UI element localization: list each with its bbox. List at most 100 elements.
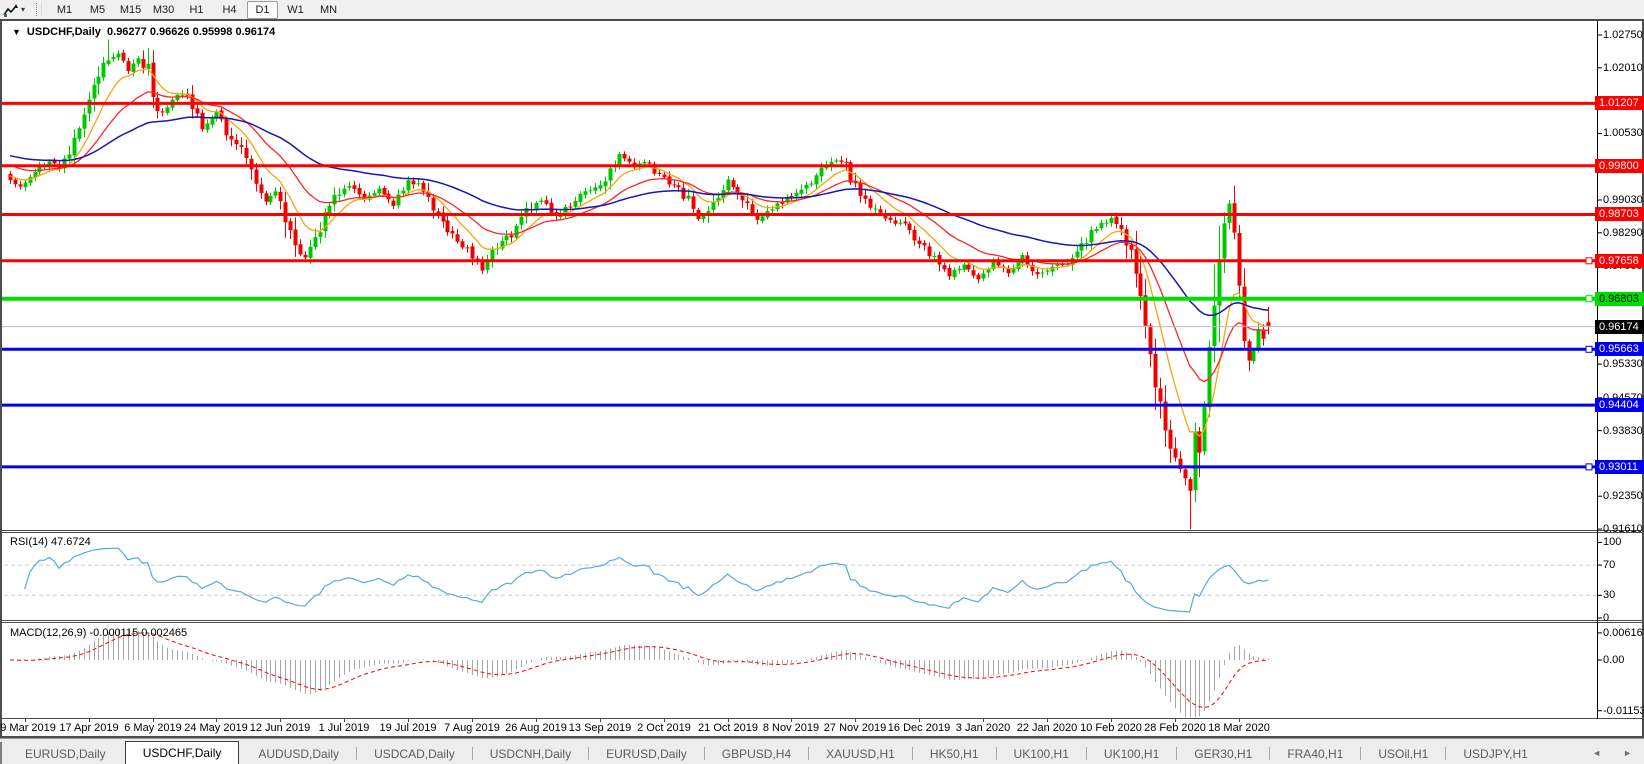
price-line-label-0.94404: 0.94404 bbox=[1595, 398, 1644, 412]
tab-fra40-h1[interactable]: FRA40,H1 bbox=[1270, 745, 1360, 764]
indicator-arrow-icon bbox=[3, 3, 19, 17]
line-handle-0.95663[interactable] bbox=[1586, 346, 1592, 352]
tab-usoil-h1[interactable]: USOil,H1 bbox=[1361, 745, 1445, 764]
timeframe-toolbar: ▾ M1M5M15M30H1H4D1W1MN bbox=[0, 0, 1644, 19]
ma-medium-line bbox=[10, 92, 1268, 382]
price-pane bbox=[9, 39, 1271, 529]
rsi-indicator-label: RSI(14) 47.6724 bbox=[10, 536, 91, 548]
scroll-right-icon[interactable]: ► bbox=[1623, 748, 1632, 758]
chart-ohlc-values: 0.96277 0.96626 0.95998 0.96174 bbox=[107, 26, 275, 38]
date-label-21-Oct-2019: 21 Oct 2019 bbox=[698, 722, 758, 734]
tab-ger30-h1[interactable]: GER30,H1 bbox=[1177, 745, 1269, 764]
macd-signal-line bbox=[10, 633, 1268, 708]
date-label-29-Mar-2019: 29 Mar 2019 bbox=[0, 722, 56, 734]
rsi-tick-100: 100 bbox=[1603, 536, 1621, 548]
timeframe-button-m5[interactable]: M5 bbox=[82, 1, 113, 19]
date-label-12-Jun-2019: 12 Jun 2019 bbox=[250, 722, 311, 734]
macd-tick-0.006167: 0.006167 bbox=[1603, 627, 1644, 639]
price-tick-1.02010: 1.02010 bbox=[1603, 62, 1643, 74]
rsi-tick-0: 0 bbox=[1603, 612, 1609, 624]
price-tick-0.95330: 0.95330 bbox=[1603, 358, 1643, 370]
timeframe-button-d1[interactable]: D1 bbox=[247, 1, 278, 19]
line-handle-0.93011[interactable] bbox=[1586, 464, 1592, 470]
tab-gbpusd-h4[interactable]: GBPUSD,H4 bbox=[705, 745, 808, 764]
ma-slow-line bbox=[10, 117, 1268, 315]
tab-scroll-arrows: ◄ ► bbox=[1592, 748, 1644, 758]
timeframe-button-m15[interactable]: M15 bbox=[115, 1, 146, 19]
tab-usdcnh-daily[interactable]: USDCNH,Daily bbox=[473, 745, 588, 764]
overlay-lines bbox=[2, 103, 1597, 470]
chart-ohlc-title: ▼ USDCHF,Daily 0.96277 0.96626 0.95998 0.… bbox=[12, 26, 275, 38]
time-axis[interactable]: 29 Mar 201917 Apr 2019 6 May 201924 May 2… bbox=[2, 719, 1642, 736]
collapse-triangle-icon[interactable]: ▼ bbox=[12, 27, 21, 37]
toolbar-grip bbox=[36, 3, 42, 16]
chart-canvas[interactable] bbox=[2, 21, 1642, 719]
price-line-label-0.97658: 0.97658 bbox=[1595, 254, 1644, 268]
chart-tabs: EURUSD,DailyUSDCHF,DailyAUDUSD,DailyUSDC… bbox=[8, 741, 1545, 764]
date-label-22-Jan-2020: 22 Jan 2020 bbox=[1017, 722, 1078, 734]
macd-values: -0.000115 0.002465 bbox=[89, 627, 187, 639]
tabbar-left-edge bbox=[0, 742, 2, 764]
date-label-18-Mar-2020: 18 Mar 2020 bbox=[1208, 722, 1270, 734]
tab-uk100-h1[interactable]: UK100,H1 bbox=[997, 745, 1086, 764]
rsi-tick-70: 70 bbox=[1603, 559, 1615, 571]
date-label-1-Jul-2019: 1 Jul 2019 bbox=[319, 722, 370, 734]
candles bbox=[9, 39, 1271, 529]
date-label-24-May-2019: 24 May 2019 bbox=[184, 722, 248, 734]
rsi-tick-30: 30 bbox=[1603, 589, 1615, 601]
price-line-label-0.93011: 0.93011 bbox=[1595, 460, 1644, 474]
tab-usdcad-daily[interactable]: USDCAD,Daily bbox=[357, 745, 472, 764]
rsi-value: 47.6724 bbox=[51, 536, 91, 548]
price-tick-0.99030: 0.99030 bbox=[1603, 194, 1643, 206]
scroll-left-icon[interactable]: ◄ bbox=[1592, 748, 1601, 758]
current-price-label: 0.96174 bbox=[1595, 320, 1644, 334]
chevron-down-icon[interactable]: ▾ bbox=[21, 5, 25, 14]
price-tick-0.92350: 0.92350 bbox=[1603, 490, 1643, 502]
date-label-2-Oct-2019: 2 Oct 2019 bbox=[637, 722, 691, 734]
line-handle-0.97658[interactable] bbox=[1586, 258, 1592, 264]
timeframe-buttons: M1M5M15M30H1H4D1W1MN bbox=[48, 1, 345, 19]
tab-uk100-h1[interactable]: UK100,H1 bbox=[1087, 745, 1176, 764]
date-label-10-Feb-2020: 10 Feb 2020 bbox=[1080, 722, 1142, 734]
tab-eurusd-daily[interactable]: EURUSD,Daily bbox=[589, 745, 704, 764]
date-label-7-Aug-2019: 7 Aug 2019 bbox=[444, 722, 500, 734]
price-line-label-0.95663: 0.95663 bbox=[1595, 342, 1644, 356]
timeframe-button-h1[interactable]: H1 bbox=[181, 1, 212, 19]
price-tick-1.00530: 1.00530 bbox=[1603, 127, 1643, 139]
date-label-19-Jul-2019: 19 Jul 2019 bbox=[380, 722, 437, 734]
price-tick-1.02750: 1.02750 bbox=[1603, 29, 1643, 41]
date-label-16-Dec-2019: 16 Dec 2019 bbox=[888, 722, 950, 734]
tab-xauusd-h1[interactable]: XAUUSD,H1 bbox=[809, 745, 912, 764]
chart-mode-button[interactable]: ▾ bbox=[0, 1, 28, 18]
date-label-17-Apr-2019: 17 Apr 2019 bbox=[59, 722, 118, 734]
timeframe-button-mn[interactable]: MN bbox=[313, 1, 344, 19]
chart-window: ▼ USDCHF,Daily 0.96277 0.96626 0.95998 0.… bbox=[0, 19, 1644, 738]
chart-tab-bar: EURUSD,DailyUSDCHF,DailyAUDUSD,DailyUSDC… bbox=[0, 738, 1644, 764]
price-line-label-0.98703: 0.98703 bbox=[1595, 207, 1644, 221]
date-label-27-Nov-2019: 27 Nov 2019 bbox=[824, 722, 886, 734]
date-label-26-Aug-2019: 26 Aug 2019 bbox=[505, 722, 567, 734]
rsi-line bbox=[25, 548, 1269, 612]
macd-tick--0.011531: -0.011531 bbox=[1603, 705, 1644, 717]
timeframe-button-w1[interactable]: W1 bbox=[280, 1, 311, 19]
chart-symbol-period: USDCHF,Daily bbox=[27, 26, 101, 38]
macd-pane bbox=[10, 629, 1269, 717]
rsi-pane bbox=[4, 548, 1597, 612]
price-line-label-0.96803: 0.96803 bbox=[1595, 292, 1644, 306]
tab-hk50-h1[interactable]: HK50,H1 bbox=[913, 745, 996, 764]
macd-tick-0.00: 0.00 bbox=[1603, 654, 1624, 666]
tab-eurusd-daily[interactable]: EURUSD,Daily bbox=[8, 745, 123, 764]
line-handle-0.96803[interactable] bbox=[1586, 296, 1592, 302]
date-label-6-May-2019: 6 May 2019 bbox=[124, 722, 181, 734]
date-label-13-Sep-2019: 13 Sep 2019 bbox=[569, 722, 631, 734]
tab-usdjpy-h1[interactable]: USDJPY,H1 bbox=[1446, 745, 1544, 764]
timeframe-button-h4[interactable]: H4 bbox=[214, 1, 245, 19]
price-line-label-0.99800: 0.99800 bbox=[1595, 159, 1644, 173]
price-line-label-1.01207: 1.01207 bbox=[1595, 96, 1644, 110]
date-label-28-Feb-2020: 28 Feb 2020 bbox=[1144, 722, 1206, 734]
tab-usdchf-daily[interactable]: USDCHF,Daily bbox=[125, 741, 240, 764]
timeframe-button-m30[interactable]: M30 bbox=[148, 1, 179, 19]
tab-audusd-daily[interactable]: AUDUSD,Daily bbox=[241, 745, 356, 764]
timeframe-button-m1[interactable]: M1 bbox=[49, 1, 80, 19]
price-tick-0.93830: 0.93830 bbox=[1603, 425, 1643, 437]
